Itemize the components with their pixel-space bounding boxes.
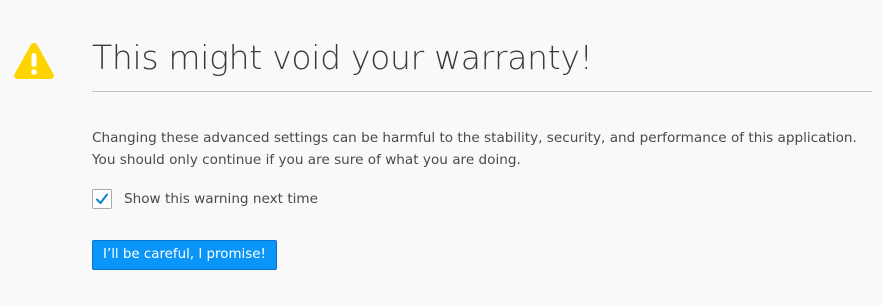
page-title: This might void your warranty! [92, 38, 593, 77]
show-warning-checkbox[interactable] [92, 189, 112, 209]
title-divider [92, 91, 872, 92]
checkmark-icon [96, 193, 108, 204]
warning-triangle-icon [13, 41, 55, 81]
warning-message: Changing these advanced settings can be … [92, 130, 857, 168]
accept-risk-button[interactable]: I’ll be careful, I promise! [92, 240, 277, 270]
show-warning-option[interactable]: Show this warning next time [92, 188, 318, 210]
show-warning-label[interactable]: Show this warning next time [124, 191, 318, 207]
